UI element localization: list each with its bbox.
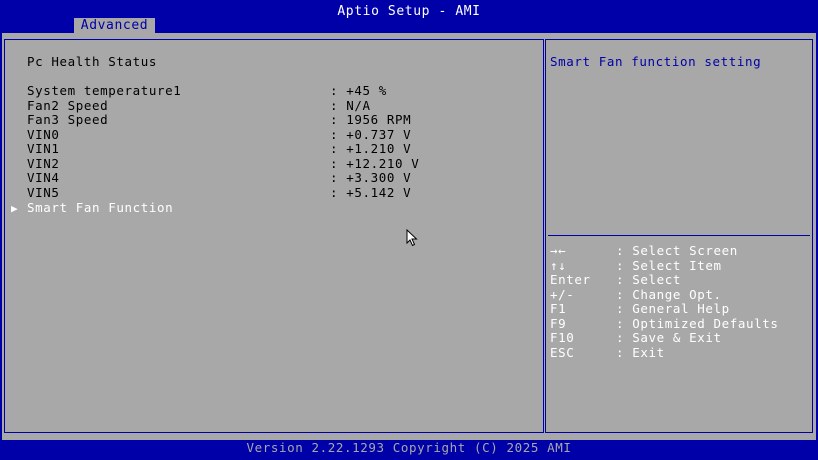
reading-label: VIN0 [27,126,60,142]
mouse-pointer-icon [406,229,418,247]
reading-value: : +1.210 V [330,141,412,156]
tab-advanced[interactable]: Advanced [74,18,155,33]
reading-value: : +3.300 V [330,170,412,185]
reading-value: : +45 % [330,83,387,98]
reading-value: : +0.737 V [330,126,412,142]
key-label: ESC [550,344,575,360]
key-desc: : Select [616,272,682,287]
reading-value: : N/A [330,97,371,113]
reading-label: VIN4 [27,170,60,185]
reading-label: VIN1 [27,141,60,156]
reading-label: System temperature1 [27,83,182,98]
key-desc: : Select Item [616,257,722,273]
smart-fan-function-submenu[interactable]: ▶ Smart Fan Function [11,200,173,215]
key-label: F9 [550,315,567,331]
reading-label: VIN2 [27,155,60,171]
section-title: Pc Health Status [27,54,158,69]
key-label: +/- [550,286,575,302]
triangle-right-icon: ▶ [11,202,19,215]
reading-label: Fan3 Speed [27,112,109,127]
key-desc: : Change Opt. [616,286,722,302]
key-label: F10 [550,330,575,345]
reading-label: VIN5 [27,184,60,200]
help-divider [548,235,810,236]
settings-panel: Pc Health Status System temperature1 : +… [4,39,544,433]
key-label: ↑↓ [550,257,567,273]
key-desc: : Optimized Defaults [616,315,779,331]
key-desc: : Exit [616,344,665,360]
footer-copyright: Version 2.22.1293 Copyright (C) 2025 AMI [0,440,818,460]
key-desc: : General Help [616,301,730,316]
key-desc: : Select Screen [616,243,738,258]
reading-value: : +5.142 V [330,184,412,200]
key-label: F1 [550,301,567,316]
help-text: Smart Fan function setting [550,54,762,69]
key-desc: : Save & Exit [616,330,722,345]
reading-value: : +12.210 V [330,155,420,171]
submenu-label: Smart Fan Function [27,200,174,215]
title-bar: Aptio Setup - AMI Advanced [0,0,818,33]
reading-label: Fan2 Speed [27,97,109,113]
reading-value: : 1956 RPM [330,112,412,127]
help-panel: Smart Fan function setting →← : Select S… [545,39,813,433]
app-title: Aptio Setup - AMI [337,4,481,19]
key-label: Enter [550,272,591,287]
key-label: →← [550,243,567,258]
